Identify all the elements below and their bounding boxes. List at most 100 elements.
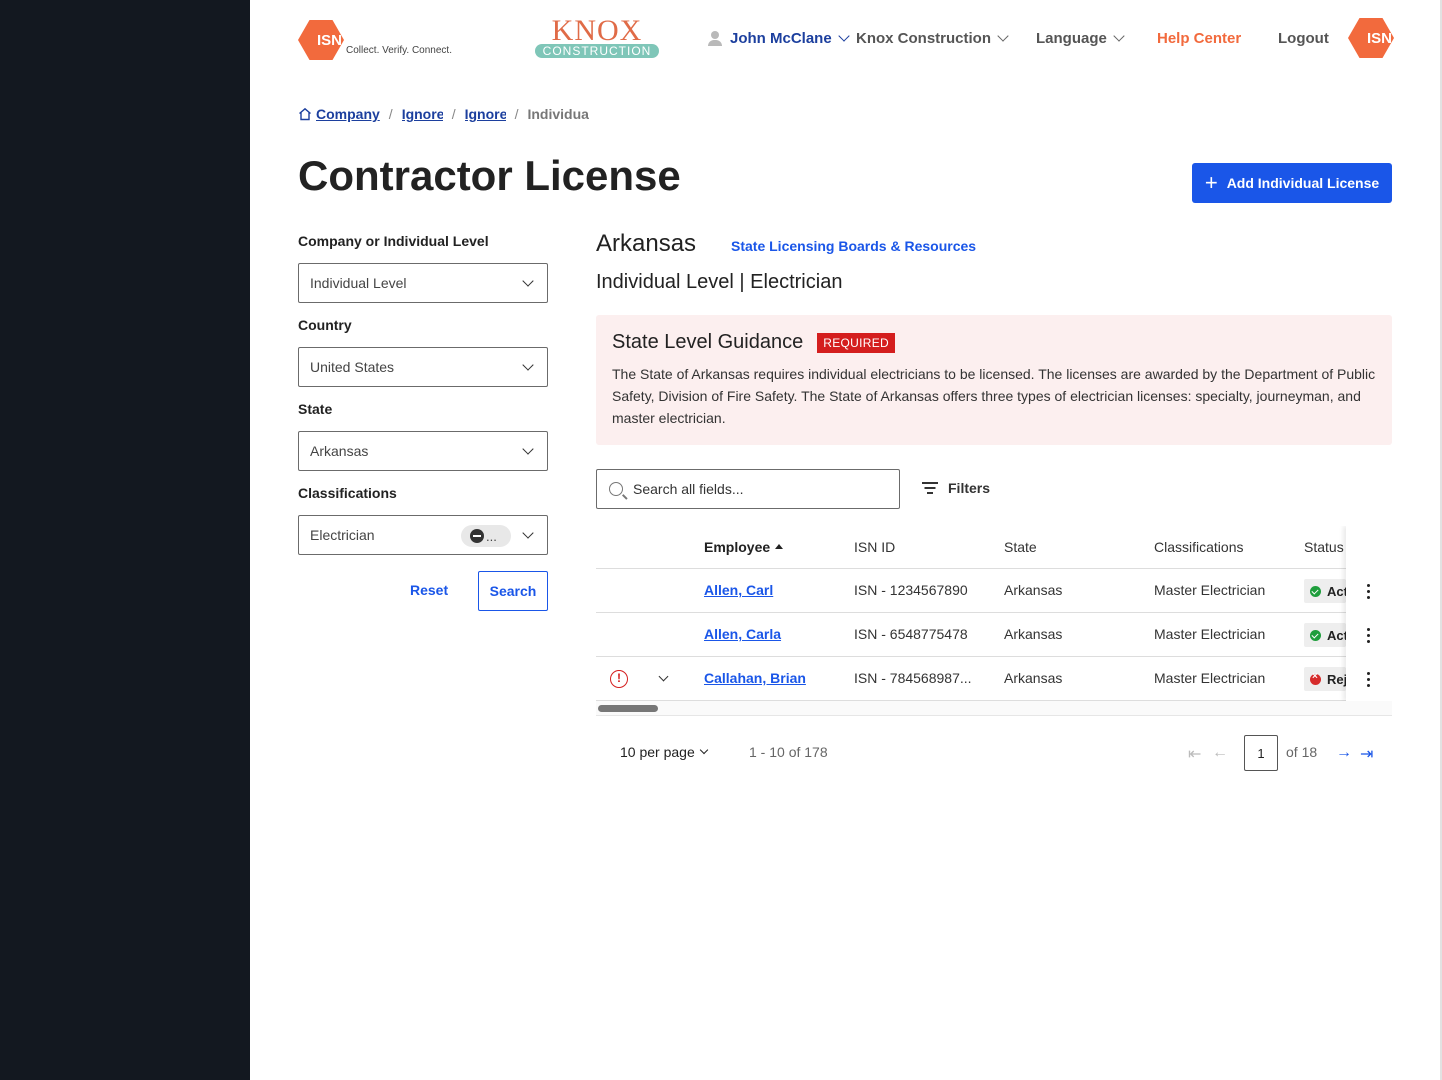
clear-selection-chip[interactable]: ... [461, 525, 511, 547]
state-select-value: Arkansas [310, 443, 369, 459]
chevron-down-icon [522, 359, 534, 371]
results-range: 1 - 10 of 178 [749, 744, 828, 760]
help-center-link[interactable]: Help Center [1157, 26, 1241, 50]
guidance-text: The State of Arkansas requires individua… [612, 366, 1376, 426]
classification-cell: Master Electrician [1154, 670, 1266, 686]
state-licensing-boards-link[interactable]: State Licensing Boards & Resources [731, 238, 976, 254]
add-individual-license-button[interactable]: + Add Individual License [1192, 163, 1392, 203]
chevron-down-icon [997, 29, 1009, 42]
classifications-select[interactable]: Electrician ... [298, 515, 548, 555]
column-employee[interactable]: Employee [704, 539, 784, 555]
horizontal-scrollbar[interactable] [596, 701, 1392, 716]
scrollbar-thumb[interactable] [598, 705, 658, 712]
breadcrumb: Company / Ignore / Ignore / Individual [298, 106, 589, 122]
column-isn-id[interactable]: ISN ID [854, 539, 895, 555]
user-menu[interactable]: John McClane [708, 26, 850, 50]
reset-button[interactable]: Reset [410, 582, 448, 598]
state-cell: Arkansas [1004, 582, 1063, 598]
alert-icon: ! [610, 670, 628, 688]
table-header: Employee ISN ID State Classifications St… [596, 526, 1346, 569]
chevron-down-icon [699, 745, 708, 754]
next-page-icon[interactable]: → [1336, 744, 1352, 762]
company-name: Knox Construction [856, 29, 991, 47]
status-badge: Rejected [1304, 667, 1346, 691]
chevron-down-icon [522, 275, 534, 287]
add-individual-license-label: Add Individual License [1226, 175, 1380, 191]
state-select[interactable]: Arkansas [298, 431, 548, 471]
classifications-label: Classifications [298, 485, 397, 501]
state-heading: Arkansas [596, 230, 697, 257]
more-options-icon[interactable] [1367, 628, 1371, 644]
employee-link[interactable]: Allen, Carla [704, 626, 781, 642]
status-badge: Active [1304, 579, 1346, 603]
chevron-down-icon [838, 29, 850, 42]
isn-hex-logo: ISN [298, 20, 344, 60]
required-badge: REQUIRED [817, 332, 895, 353]
knox-logo-word: KNOX [551, 14, 643, 47]
breadcrumb-separator: / [388, 106, 393, 122]
employee-link[interactable]: Allen, Carl [704, 582, 773, 598]
first-page-icon[interactable]: ⇤ [1188, 744, 1201, 764]
expand-row-chevron-icon[interactable] [658, 671, 669, 682]
column-classifications[interactable]: Classifications [1154, 539, 1243, 555]
per-page-select[interactable]: 10 per page [620, 744, 708, 760]
filters-button[interactable]: Filters [922, 480, 990, 496]
guidance-title: State Level Guidance REQUIRED [612, 331, 1376, 354]
state-guidance-panel: State Level Guidance REQUIRED The State … [596, 315, 1392, 445]
more-options-icon[interactable] [1367, 584, 1371, 600]
row-actions-column [1346, 526, 1392, 701]
column-status[interactable]: Status [1304, 539, 1344, 555]
language-menu[interactable]: Language [1036, 26, 1125, 50]
previous-page-icon[interactable]: ← [1212, 744, 1228, 762]
plus-icon: + [1204, 170, 1218, 195]
isn-tagline: Collect. Verify. Connect. [346, 44, 452, 56]
sort-ascending-icon [775, 544, 784, 550]
filters-label: Filters [948, 480, 991, 496]
breadcrumb-company[interactable]: Company [316, 106, 380, 122]
company-menu[interactable]: Knox Construction [856, 26, 1009, 50]
isn-id-cell: ISN - 6548775478 [854, 626, 968, 642]
check-circle-icon [1310, 629, 1321, 641]
page-count: of 18 [1286, 744, 1318, 760]
table-search-input[interactable]: Search all fields... [596, 469, 900, 509]
language-label: Language [1036, 29, 1107, 47]
country-select-value: United States [310, 359, 395, 375]
page-title: Contractor License [298, 152, 681, 199]
classification-cell: Master Electrician [1154, 626, 1266, 642]
country-label: Country [298, 317, 352, 333]
chevron-down-icon [1113, 29, 1125, 42]
filter-icon [922, 482, 938, 494]
chip-more: ... [486, 528, 497, 544]
breadcrumb-item-1[interactable]: Ignore [402, 106, 443, 122]
chevron-down-icon [522, 527, 534, 539]
license-table: Employee ISN ID State Classifications St… [596, 526, 1392, 718]
isn-hex-logo: ISN [1348, 18, 1394, 58]
level-classification-heading: Individual Level | Electrician [596, 271, 843, 293]
table-row: Allen, Carla ISN - 6548775478 Arkansas M… [596, 613, 1346, 657]
check-circle-icon [1310, 585, 1321, 597]
employee-link[interactable]: Callahan, Brian [704, 670, 806, 686]
breadcrumb-current: Individual [527, 106, 590, 122]
breadcrumb-item-2[interactable]: Ignore [465, 106, 506, 122]
table-row: ! Callahan, Brian ISN - 784568987... Ark… [596, 657, 1346, 701]
classification-cell: Master Electrician [1154, 582, 1266, 598]
state-label: State [298, 401, 333, 417]
level-select[interactable]: Individual Level [298, 263, 548, 303]
isn-badge: ISN [1348, 18, 1394, 58]
more-options-icon[interactable] [1367, 672, 1371, 688]
logout-link[interactable]: Logout [1278, 26, 1329, 50]
column-state[interactable]: State [1004, 539, 1037, 555]
x-circle-icon [1310, 671, 1321, 685]
country-select[interactable]: United States [298, 347, 548, 387]
breadcrumb-separator: / [451, 106, 456, 122]
isn-logo[interactable]: ISN Collect. Verify. Connect. [298, 20, 452, 60]
state-cell: Arkansas [1004, 670, 1063, 686]
search-icon [609, 482, 623, 496]
side-navigation [0, 0, 250, 1080]
minus-circle-icon [470, 529, 484, 543]
table-search-placeholder: Search all fields... [633, 481, 744, 497]
page-number-input[interactable]: 1 [1244, 735, 1278, 771]
search-button[interactable]: Search [478, 571, 548, 611]
last-page-icon[interactable]: ⇥ [1360, 744, 1373, 764]
isn-id-cell: ISN - 1234567890 [854, 582, 968, 598]
